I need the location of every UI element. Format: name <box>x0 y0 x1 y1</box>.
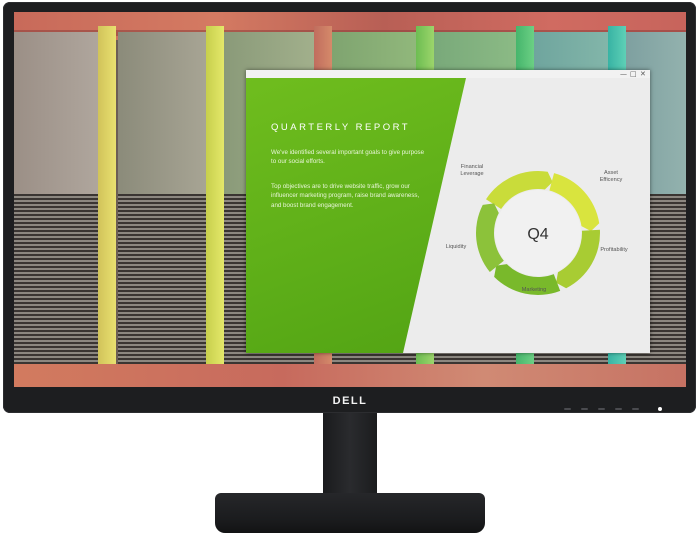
cycle-diagram: Q4 Financial Leverage Asset Efficency Prof… <box>426 140 646 320</box>
presentation-window[interactable]: — □ ✕ QUARTERLY REPORT We've identified … <box>246 70 650 353</box>
monitor-button-4[interactable] <box>615 408 622 410</box>
monitor-button-1[interactable] <box>564 408 571 410</box>
power-indicator-icon[interactable] <box>658 407 662 411</box>
minimize-icon[interactable]: — <box>620 70 627 78</box>
maximize-icon[interactable]: □ <box>630 70 637 78</box>
monitor-button-5[interactable] <box>632 408 639 410</box>
label-marketing: Marketing <box>521 287 547 293</box>
window-titlebar[interactable] <box>246 70 650 78</box>
monitor-stand-base <box>215 493 485 533</box>
wallpaper-bottom-beam <box>14 364 686 387</box>
wallpaper-shelf <box>14 32 102 377</box>
monitor-screen: — □ ✕ QUARTERLY REPORT We've identified … <box>14 12 686 387</box>
wallpaper-pillar <box>206 26 224 376</box>
monitor-button-3[interactable] <box>598 408 605 410</box>
close-icon[interactable]: ✕ <box>640 70 646 78</box>
report-paragraph-2: Top objectives are to drive website traf… <box>271 183 420 209</box>
dell-logo: DELL <box>332 395 368 407</box>
monitor-button-2[interactable] <box>581 408 588 410</box>
report-title: QUARTERLY REPORT <box>271 122 411 133</box>
wallpaper-pillar <box>98 26 116 376</box>
label-asset-efficency: Asset Efficency <box>599 170 623 183</box>
wallpaper-shelf <box>118 32 208 377</box>
label-profitability: Profitability <box>600 247 628 253</box>
report-paragraph-1: We've identified several important goals… <box>271 149 425 166</box>
label-financial-leverage: Financial Leverage <box>460 164 484 177</box>
label-liquidity: Liquidity <box>445 244 467 250</box>
cycle-center-label: Q4 <box>527 226 548 243</box>
